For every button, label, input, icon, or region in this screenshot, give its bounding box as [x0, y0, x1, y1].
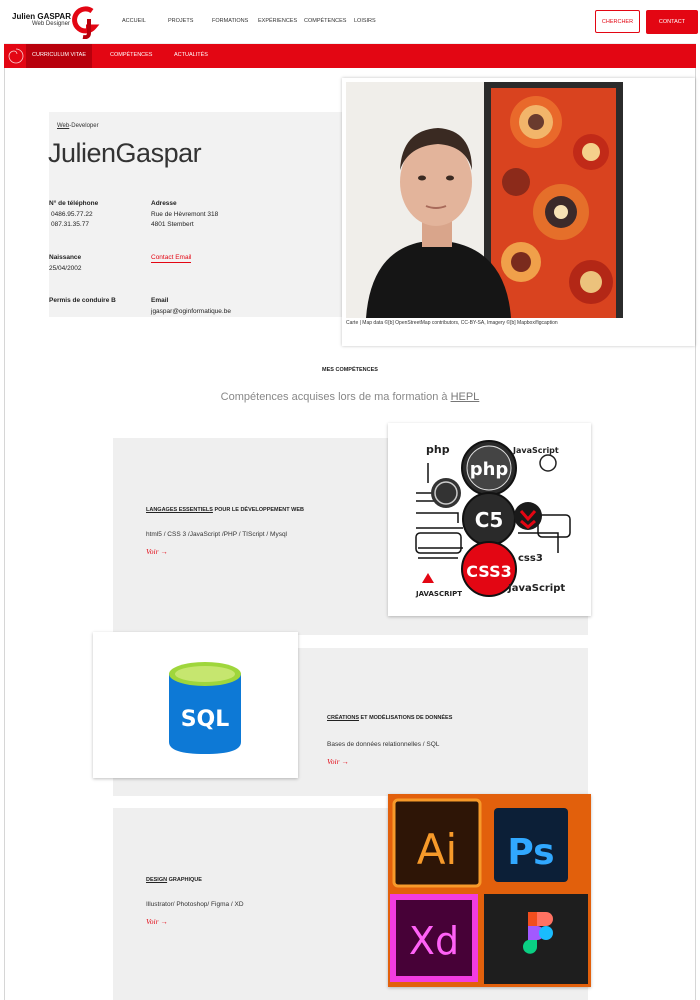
contact-email-link[interactable]: Contact Email — [151, 254, 192, 263]
skill-desc-web: html5 / CSS 3 /JavaScript /PHP / TIScrip… — [146, 531, 287, 538]
profile-name: JulienGaspar — [48, 138, 202, 168]
phone-value-2: 087.31.35.77 — [51, 221, 89, 228]
nav-item-projets[interactable]: PROJETS — [168, 18, 193, 24]
tab-competences[interactable]: COMPÉTENCES — [110, 52, 152, 58]
phone-value-1: 0486.95.77.22 — [51, 211, 93, 218]
svg-text:php: php — [470, 459, 509, 480]
skill-image-web: php php JavaScript C5 CSS3 css3 JAVASCRI… — [388, 423, 591, 616]
svg-text:SQL: SQL — [181, 707, 230, 732]
voir-link-design[interactable]: Voir → — [146, 917, 168, 926]
skill-image-sql: SQL — [93, 632, 298, 778]
phone-label: N° de téléphone — [49, 200, 99, 207]
address-label: Adresse — [151, 200, 177, 207]
birth-value: 25/04/2002 — [49, 265, 82, 272]
skill-desc-data: Bases de données relationnelles / SQL — [327, 741, 440, 748]
voir-link-data[interactable]: Voir → — [327, 757, 349, 766]
email-value: jgaspar@oginformatique.be — [151, 308, 231, 315]
profile-photo — [346, 82, 623, 318]
logo-subtitle: Web Designer — [32, 21, 70, 27]
svg-text:CSS3: CSS3 — [466, 562, 512, 581]
svg-text:JavaScript: JavaScript — [507, 583, 565, 594]
skill-title-web: LANGAGES ESSENTIELS POUR LE DÉVELOPPEMEN… — [146, 507, 305, 513]
photo-caption: Carte | Map data ©[b] OpenStreetMap cont… — [346, 320, 558, 326]
skill-title-data: CRÉATIONS ET MODÉLISATIONS DE DONNÉES — [327, 715, 453, 721]
svg-text:JAVASCRIPT: JAVASCRIPT — [415, 590, 462, 598]
sub-nav-bar: CURRICULUM VITAE COMPÉTENCES ACTUALITÉS — [4, 44, 696, 68]
profile-role: Web-Developer — [57, 123, 99, 129]
svg-text:C5: C5 — [475, 508, 504, 532]
hepl-link[interactable]: HEPL — [451, 391, 480, 403]
nav-item-experiences[interactable]: EXPÉRIENCES — [258, 18, 297, 24]
skills-section-title: MES COMPÉTENCES — [322, 367, 378, 373]
birth-label: Naissance — [49, 254, 82, 261]
top-header: Julien GASPAR Web Designer ACCUEIL PROJE… — [4, 0, 698, 44]
svg-text:css3: css3 — [518, 553, 543, 564]
skill-desc-design: Illustrator/ Photoshop/ Figma / XD — [146, 901, 244, 908]
tab-curriculum-vitae[interactable]: CURRICULUM VITAE — [26, 44, 92, 68]
skill-image-design: Ai Ps Xd — [388, 794, 591, 987]
nav-item-loisirs[interactable]: LOISIRS — [354, 18, 376, 24]
skill-title-design: DESIGN GRAPHIQUE — [146, 877, 202, 883]
search-button[interactable]: CHERCHER — [595, 10, 640, 33]
logo-name: Julien GASPAR — [12, 12, 71, 21]
svg-text:JavaScript: JavaScript — [512, 446, 559, 455]
svg-text:Xd: Xd — [409, 919, 459, 963]
logo-mark-icon[interactable] — [70, 5, 100, 39]
tab-actualites[interactable]: ACTUALITÉS — [174, 52, 208, 58]
svg-text:php: php — [426, 443, 450, 456]
email-label: Email — [151, 297, 169, 304]
svg-text:Ai: Ai — [417, 825, 457, 874]
nav-item-competences[interactable]: COMPÉTENCES — [304, 18, 346, 24]
nav-item-formations[interactable]: FORMATIONS — [212, 18, 248, 24]
skills-section-subtitle: Compétences acquises lors de ma formatio… — [220, 391, 480, 403]
swirl-icon — [8, 48, 24, 64]
address-line-2: 4801 Stembert — [151, 221, 194, 228]
address-line-1: Rue de Hèvremont 318 — [151, 211, 219, 218]
voir-link-web[interactable]: Voir → — [146, 547, 168, 556]
svg-text:Ps: Ps — [507, 832, 554, 873]
nav-item-accueil[interactable]: ACCUEIL — [122, 18, 146, 24]
contact-button[interactable]: CONTACT — [646, 10, 698, 34]
license-label: Permis de conduire B — [49, 297, 116, 304]
